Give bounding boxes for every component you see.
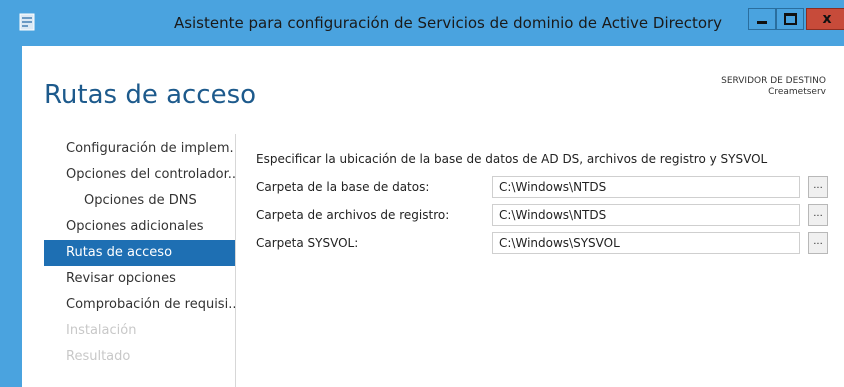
nav-item-review-options[interactable]: Revisar opciones: [44, 266, 236, 292]
sysvol-folder-label: Carpeta SYSVOL:: [256, 236, 359, 250]
log-folder-browse-button[interactable]: ...: [808, 204, 828, 226]
nav-item-dns-options[interactable]: Opciones de DNS: [44, 188, 236, 214]
wizard-nav: Configuración de implem... Opciones del …: [44, 136, 236, 370]
maximize-button[interactable]: [776, 8, 804, 30]
log-folder-label: Carpeta de archivos de registro:: [256, 208, 450, 222]
sysvol-folder-input[interactable]: C:\Windows\SYSVOL: [492, 232, 800, 254]
sysvol-folder-browse-button[interactable]: ...: [808, 232, 828, 254]
nav-item-results: Resultado: [66, 349, 131, 364]
nav-divider: [235, 134, 236, 387]
target-server-name: Creametserv: [768, 87, 826, 97]
log-folder-row: Carpeta de archivos de registro: C:\Wind…: [256, 202, 836, 230]
target-server-info: SERVIDOR DE DESTINO Creametserv: [721, 76, 826, 98]
title-bar[interactable]: Asistente para configuración de Servicio…: [6, 0, 844, 46]
sysvol-folder-row: Carpeta SYSVOL: C:\Windows\SYSVOL ...: [256, 230, 836, 258]
nav-item-installation: Instalación: [66, 323, 137, 338]
nav-item-paths[interactable]: Rutas de acceso: [44, 240, 236, 266]
nav-item-dc-options[interactable]: Opciones del controlador...: [44, 162, 236, 188]
nav-item-deployment-config[interactable]: Configuración de implem...: [44, 136, 236, 162]
target-server-label: SERVIDOR DE DESTINO: [721, 76, 826, 86]
window-title: Asistente para configuración de Servicio…: [173, 14, 723, 32]
close-icon: x: [822, 11, 832, 27]
maximize-icon: [783, 13, 797, 25]
paths-panel: Especificar la ubicación de la base de d…: [256, 152, 836, 258]
nav-item-prerequisites-check[interactable]: Comprobación de requisi...: [44, 292, 236, 318]
nav-item-additional-options[interactable]: Opciones adicionales: [44, 214, 236, 240]
database-folder-input[interactable]: C:\Windows\NTDS: [492, 176, 800, 198]
wizard-content: Rutas de acceso SERVIDOR DE DESTINO Crea…: [22, 46, 844, 387]
close-button[interactable]: x: [806, 8, 844, 30]
minimize-button[interactable]: [748, 8, 776, 30]
database-folder-label: Carpeta de la base de datos:: [256, 180, 430, 194]
log-folder-input[interactable]: C:\Windows\NTDS: [492, 204, 800, 226]
wizard-window: Asistente para configuración de Servicio…: [0, 0, 844, 387]
page-title: Rutas de acceso: [44, 80, 257, 110]
paths-description: Especificar la ubicación de la base de d…: [256, 152, 768, 166]
database-folder-browse-button[interactable]: ...: [808, 176, 828, 198]
database-folder-row: Carpeta de la base de datos: C:\Windows\…: [256, 174, 836, 202]
minimize-icon: [757, 20, 767, 24]
